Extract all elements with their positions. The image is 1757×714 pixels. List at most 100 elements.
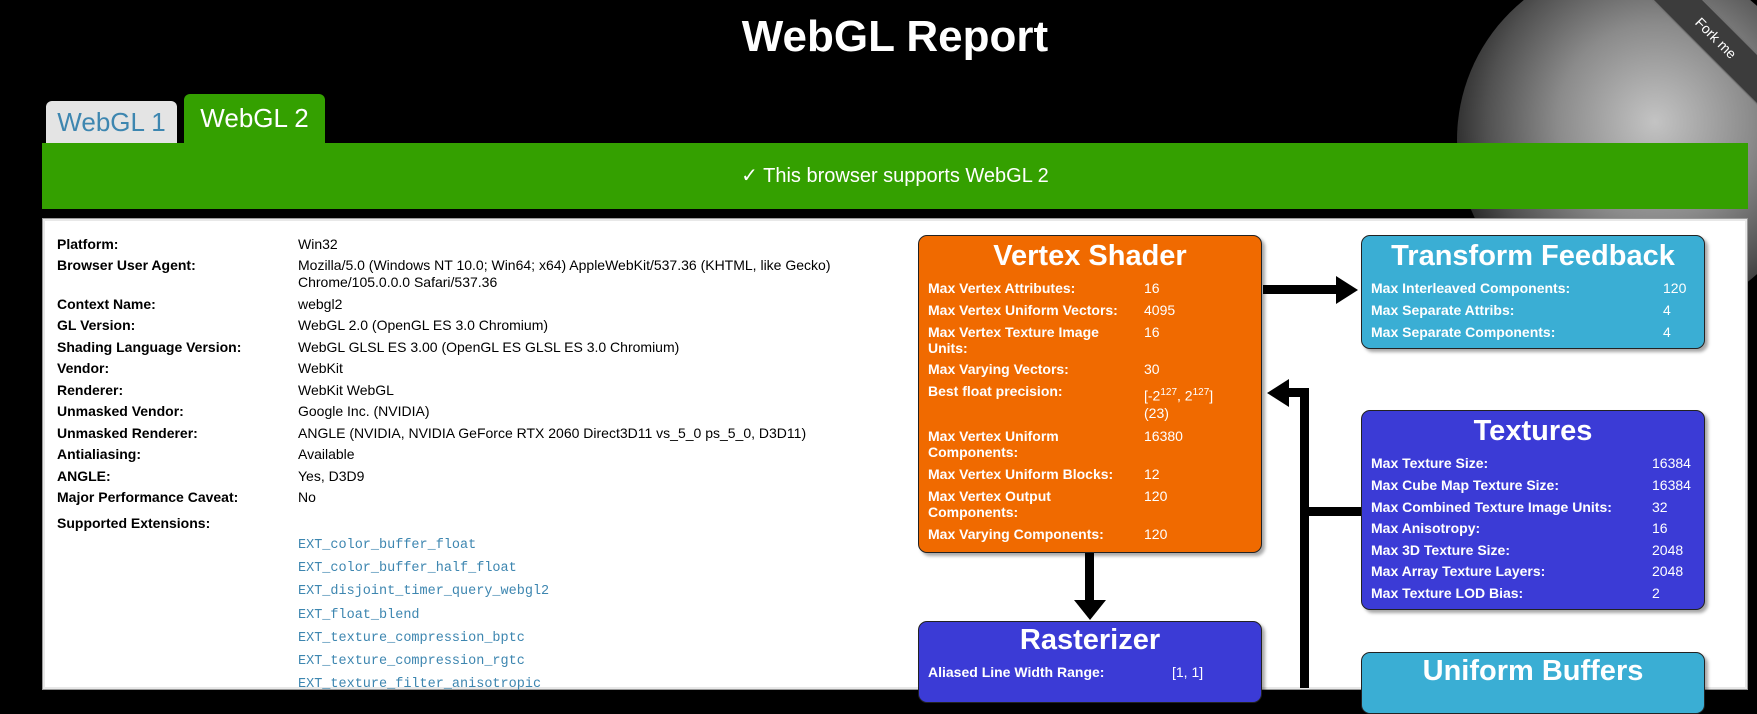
info-value: Available — [298, 446, 355, 462]
vs-label: Max Vertex Uniform Vectors: — [928, 302, 1118, 318]
info-value: webgl2 — [298, 296, 343, 312]
transform-feedback-title: Transform Feedback — [1391, 240, 1675, 272]
info-value: WebKit WebGL — [298, 382, 394, 398]
info-label: Context Name: — [57, 296, 156, 312]
info-label: Unmasked Renderer: — [57, 425, 198, 441]
tex-value: 16384 — [1652, 477, 1691, 493]
info-label: Browser User Agent: — [57, 257, 196, 273]
vs-label: Max Vertex Output Components: — [928, 488, 1051, 520]
support-banner: ✓ This browser supports WebGL 2 — [42, 143, 1748, 209]
info-value: No — [298, 489, 316, 505]
vs-label: Max Vertex Texture Image Units: — [928, 324, 1099, 356]
extension-link[interactable]: EXT_float_blend — [298, 608, 420, 623]
vs-label: Max Vertex Attributes: — [928, 280, 1076, 296]
connector-line — [1286, 388, 1308, 397]
precision-exponent: 127 — [1192, 387, 1210, 398]
info-label: Unmasked Vendor: — [57, 403, 184, 419]
extension-link[interactable]: EXT_disjoint_timer_query_webgl2 — [298, 584, 549, 599]
tex-label: Max Combined Texture Image Units: — [1371, 499, 1612, 515]
tex-label: Max 3D Texture Size: — [1371, 542, 1511, 558]
extension-link[interactable]: EXT_texture_filter_anisotropic — [298, 677, 541, 692]
rasterizer-box: Rasterizer Aliased Line Width Range: [1, … — [918, 621, 1262, 703]
info-value: Mozilla/5.0 (Windows NT 10.0; Win64; x64… — [298, 257, 831, 290]
info-label: ANGLE: — [57, 468, 111, 484]
connector-line — [1300, 507, 1362, 516]
info-label: Supported Extensions: — [57, 515, 211, 531]
extension-link[interactable]: EXT_color_buffer_half_float — [298, 561, 517, 576]
rasterizer-title: Rasterizer — [1019, 624, 1161, 656]
tex-label: Max Texture LOD Bias: — [1371, 585, 1524, 601]
info-label: GL Version: — [57, 317, 136, 333]
vs-value: 4095 — [1144, 302, 1176, 318]
vertex-shader-box: Vertex Shader Max Vertex Attributes: 16 M… — [918, 235, 1262, 553]
tf-value: 120 — [1663, 280, 1687, 296]
tex-value: 2 — [1652, 585, 1660, 601]
vs-value: 120 — [1144, 488, 1168, 504]
vs-label: Max Vertex Uniform Components: — [928, 428, 1059, 460]
textures-title: Textures — [1473, 415, 1593, 447]
vertex-shader-title: Vertex Shader — [993, 240, 1187, 272]
tab-webgl1[interactable]: WebGL 1 — [46, 101, 177, 143]
vs-value: 16 — [1144, 324, 1160, 340]
info-value: Win32 — [298, 236, 338, 252]
vs-value: 120 — [1144, 526, 1168, 542]
extension-link[interactable]: EXT_texture_compression_bptc — [298, 631, 525, 646]
tex-value: 16384 — [1652, 455, 1691, 471]
info-value: WebGL 2.0 (OpenGL ES 3.0 Chromium) — [298, 317, 549, 333]
info-label: Renderer: — [57, 382, 124, 398]
textures-box: Textures Max Texture Size: 16384 Max Cube… — [1361, 410, 1705, 610]
info-label: Shading Language Version: — [57, 339, 242, 355]
info-label: Major Performance Caveat: — [57, 489, 239, 505]
tf-label: Max Separate Components: — [1371, 324, 1556, 340]
vs-value: 16380 — [1144, 428, 1183, 444]
tex-label: Max Array Texture Layers: — [1371, 563, 1546, 579]
vs-value: 12 — [1144, 466, 1160, 482]
precision-part: [-2 — [1144, 387, 1161, 404]
tex-value: 32 — [1652, 499, 1668, 515]
info-value: ANGLE (NVIDIA, NVIDIA GeForce RTX 2060 D… — [298, 425, 807, 441]
tex-label: Max Cube Map Texture Size: — [1371, 477, 1560, 493]
uniform-buffers-title: Uniform Buffers — [1422, 655, 1644, 687]
vs-label: Max Varying Vectors: — [928, 361, 1069, 377]
uniform-buffers-box: Uniform Buffers — [1361, 652, 1705, 714]
info-label: Platform: — [57, 236, 119, 252]
tf-label: Max Separate Attribs: — [1371, 302, 1515, 318]
float-precision-value: [-2127, 2127] (23) — [1144, 384, 1254, 422]
tex-label: Max Texture Size: — [1371, 455, 1489, 471]
vs-value: 30 — [1144, 361, 1160, 377]
tab-webgl2[interactable]: WebGL 2 — [184, 94, 325, 143]
info-value: Yes, D3D9 — [298, 468, 365, 484]
tex-value: 2048 — [1652, 563, 1684, 579]
arrow-head-icon — [1074, 600, 1106, 620]
arrow-to-transform-feedback — [1263, 285, 1338, 294]
vs-label: Max Vertex Uniform Blocks: — [928, 466, 1114, 482]
info-value: Google Inc. (NVIDIA) — [298, 403, 430, 419]
info-label: Vendor: — [57, 360, 110, 376]
info-value: WebGL GLSL ES 3.00 (OpenGL ES GLSL ES 3.… — [298, 339, 680, 355]
vs-value: 16 — [1144, 280, 1160, 296]
page-title: WebGL Report — [741, 12, 1049, 61]
precision-exponent: 127 — [1160, 387, 1178, 398]
tex-value: 16 — [1652, 520, 1668, 536]
tex-label: Max Anisotropy: — [1371, 520, 1481, 536]
arrow-head-icon — [1336, 276, 1358, 304]
arrow-to-rasterizer — [1085, 553, 1094, 603]
tf-value: 4 — [1663, 302, 1671, 318]
transform-feedback-box: Transform Feedback Max Interleaved Compo… — [1361, 235, 1705, 349]
extension-link[interactable]: EXT_texture_compression_rgtc — [298, 654, 525, 669]
extension-link[interactable]: EXT_color_buffer_float — [298, 538, 476, 553]
precision-bits: (23) — [1144, 404, 1169, 421]
tf-value: 4 — [1663, 324, 1671, 340]
precision-part: , 2 — [1177, 387, 1193, 404]
info-label: Antialiasing: — [57, 446, 142, 462]
tex-value: 2048 — [1652, 542, 1684, 558]
connector-line — [1300, 388, 1309, 688]
arrow-head-icon — [1267, 379, 1289, 407]
vs-label: Best float precision: — [928, 383, 1063, 399]
raster-value: [1, 1] — [1172, 664, 1204, 680]
raster-label: Aliased Line Width Range: — [928, 664, 1105, 680]
info-value: WebKit — [298, 360, 343, 376]
tf-label: Max Interleaved Components: — [1371, 280, 1571, 296]
vs-label: Max Varying Components: — [928, 526, 1104, 542]
precision-part: ] — [1209, 387, 1214, 404]
